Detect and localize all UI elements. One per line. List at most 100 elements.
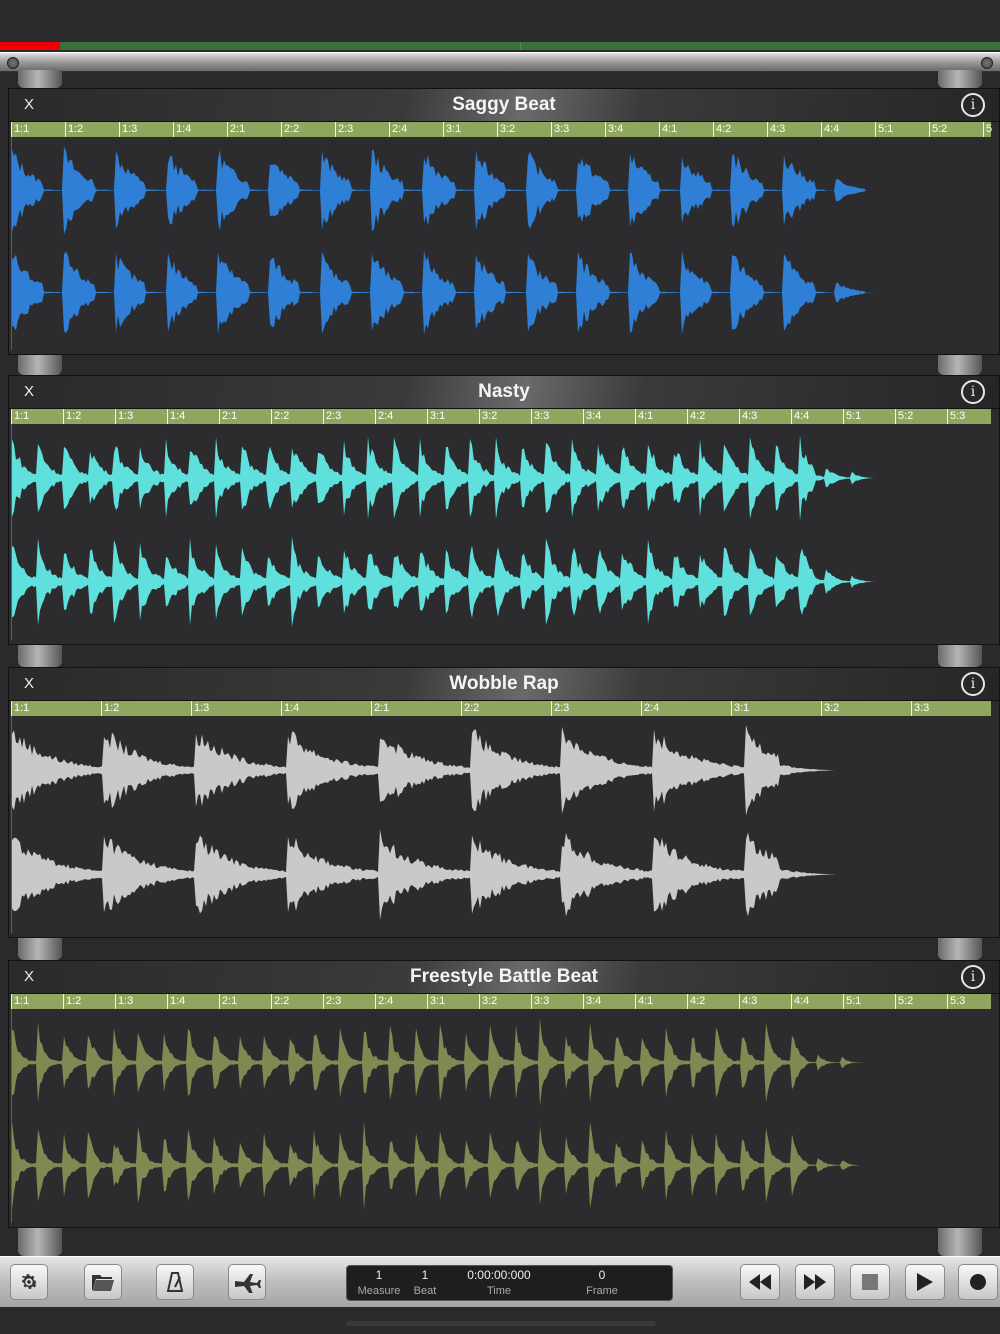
track-title: Nasty [478,381,530,402]
ruler-tick: 2:3 [335,122,353,137]
waveform-channel [12,1121,866,1210]
frame-value: 0 [598,1268,606,1282]
ruler-tick: 3:3 [531,994,549,1009]
ruler-tick: 4:4 [791,994,809,1009]
play-button[interactable] [905,1264,945,1300]
ruler-tick: 4:2 [687,994,705,1009]
rack-post [18,70,62,88]
ruler-tick: 3:1 [731,701,749,716]
ruler-tick: 2:1 [227,122,245,137]
ruler-tick: 1:3 [115,409,133,424]
metronome-button[interactable] [156,1264,194,1300]
waveform-channel [12,146,884,234]
ruler-tick: 1:2 [63,994,81,1009]
transport-counter: 1 Measure 1 Beat 0:00:00:000 Time 0 Fram… [346,1265,673,1301]
waveform[interactable] [11,1009,991,1223]
ruler-tick: 3:2 [479,409,497,424]
ruler-tick: 1:2 [101,701,119,716]
ruler-tick: 5:3 [947,409,965,424]
timeline-ruler[interactable]: 1:1 1:2 1:3 1:4 2:1 2:2 2:3 2:4 3:1 3:2 3:3 3:4 4:1 4… [11,994,991,1009]
track-panel: X Saggy Beat i 1:1 1:2 1:3 1:4 2:1 2:2 2:3 2:4 3… [8,88,1000,355]
track-header: X Saggy Beat i [9,89,999,122]
ruler-tick: 1:1 [11,701,29,716]
ruler-tick: 2:1 [219,409,237,424]
metronome-icon [166,1272,184,1292]
rack-rail [0,52,1000,72]
ruler-tick: 3:3 [551,122,569,137]
measure-label: Measure [357,1285,401,1297]
ruler-tick: 3:1 [427,409,445,424]
waveform-channel [12,829,836,920]
ruler-tick: 1:3 [191,701,209,716]
timeline-ruler[interactable]: 1:1 1:2 1:3 1:4 2:1 2:2 2:3 2:4 3:1 3:2 3:3 3:4 4:1 4… [11,122,992,137]
ruler-tick: 4:1 [659,122,677,137]
waveform[interactable] [11,424,991,640]
ruler-tick: 1:2 [63,409,81,424]
ruler-tick: 5:3 [947,994,965,1009]
ruler-tick: 4:2 [687,409,705,424]
rewind-button[interactable] [740,1264,780,1300]
waveform[interactable] [11,137,991,350]
ruler-tick: 3:3 [911,701,929,716]
ruler-tick: 5:1 [843,994,861,1009]
waveform[interactable] [11,716,991,933]
ruler-tick: 3:2 [497,122,515,137]
track-panel: X Nasty i 1:1 1:2 1:3 1:4 2:1 2:2 2:3 2:4 3:1 3:2… [8,375,1000,645]
ruler-tick: 3:1 [427,994,445,1009]
screw-icon [7,57,19,69]
ruler-tick: 1:2 [65,122,83,137]
status-bar [0,0,1000,42]
time-label: Time [486,1285,512,1297]
waveform-channel [12,1018,866,1107]
track-panel: X Freestyle Battle Beat i 1:1 1:2 1:3 1:4 2:… [8,960,1000,1228]
airplane-icon [235,1274,261,1293]
ruler-tick: 2:4 [389,122,407,137]
screw-icon [981,57,993,69]
waveform-channel [12,536,876,627]
ruler-tick: 2:2 [271,994,289,1009]
rack-post [18,355,62,375]
ruler-tick: 1:3 [115,994,133,1009]
info-icon[interactable]: i [961,965,985,989]
ruler-tick: 2:1 [371,701,389,716]
rack-post [938,645,982,667]
ruler-tick: 4:1 [635,994,653,1009]
ruler-tick: 1:1 [11,409,29,424]
ruler-tick: 3:4 [583,994,601,1009]
rack-post [18,1228,62,1256]
track-header: X Nasty i [9,376,999,409]
gear-icon [21,1274,38,1289]
ruler-tick: 4:2 [713,122,731,137]
ruler-tick: 1:4 [167,994,185,1009]
track-header: X Wobble Rap i [9,668,999,701]
record-button[interactable] [958,1264,998,1300]
ruler-tick: 2:4 [375,994,393,1009]
settings-button[interactable] [10,1264,48,1300]
timeline-ruler[interactable]: 1:1 1:2 1:3 1:4 2:1 2:2 2:3 2:4 3:1 3:2 3:3 [11,701,991,716]
waveform-channel [12,250,884,335]
open-file-button[interactable] [84,1264,122,1300]
waveform-graphic [12,1018,866,1210]
record-icon [970,1274,986,1290]
rack-post [938,355,982,375]
ruler-tick: 2:3 [323,409,341,424]
level-meter [0,42,1000,50]
folder-icon [92,1275,114,1291]
ruler-tick: 2:2 [271,409,289,424]
info-icon[interactable]: i [961,380,985,404]
ruler-tick: 2:2 [461,701,479,716]
ruler-tick: 3:2 [479,994,497,1009]
stop-button[interactable] [850,1264,890,1300]
measure-value: 1 [375,1268,383,1282]
export-button[interactable] [228,1264,266,1300]
info-icon[interactable]: i [961,93,985,117]
info-icon[interactable]: i [961,672,985,696]
track-panel: X Wobble Rap i 1:1 1:2 1:3 1:4 2:1 2:2 2:3 2:4 3… [8,667,1000,938]
ruler-tick: 4:4 [821,122,839,137]
timeline-ruler[interactable]: 1:1 1:2 1:3 1:4 2:1 2:2 2:3 2:4 3:1 3:2 3:3 3:4 4:1 4… [11,409,991,424]
fast-forward-button[interactable] [795,1264,835,1300]
beat-label: Beat [413,1285,437,1297]
waveform-graphic [12,146,884,335]
ruler-tick: 3:3 [531,409,549,424]
waveform-graphic [12,435,876,627]
